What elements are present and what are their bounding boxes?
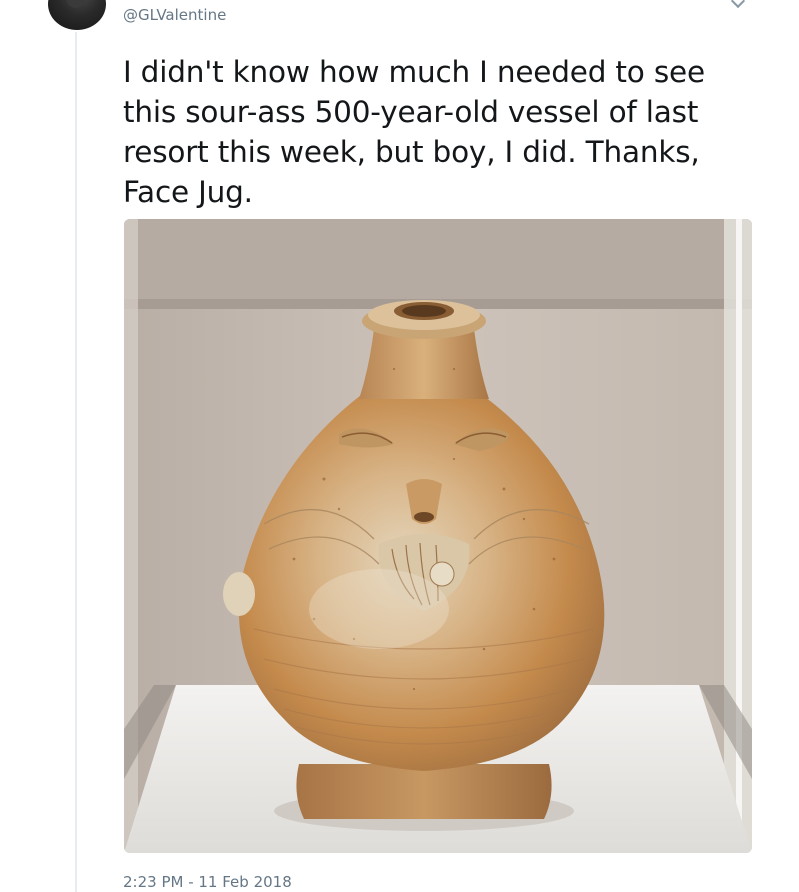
tweet-text: I didn't know how much I needed to see t…	[123, 55, 705, 209]
user-avatar[interactable]	[48, 0, 106, 30]
tweet-timestamp[interactable]: 2:23 PM - 11 Feb 2018	[123, 873, 292, 891]
user-handle[interactable]: @GLValentine	[123, 6, 226, 24]
face-jug-image	[124, 219, 752, 853]
tweet-photo[interactable]	[124, 219, 752, 853]
chevron-down-icon[interactable]	[730, 0, 746, 9]
tweet-page: @GLValentine I didn't know how much I ne…	[0, 0, 799, 892]
thread-line	[75, 32, 77, 892]
